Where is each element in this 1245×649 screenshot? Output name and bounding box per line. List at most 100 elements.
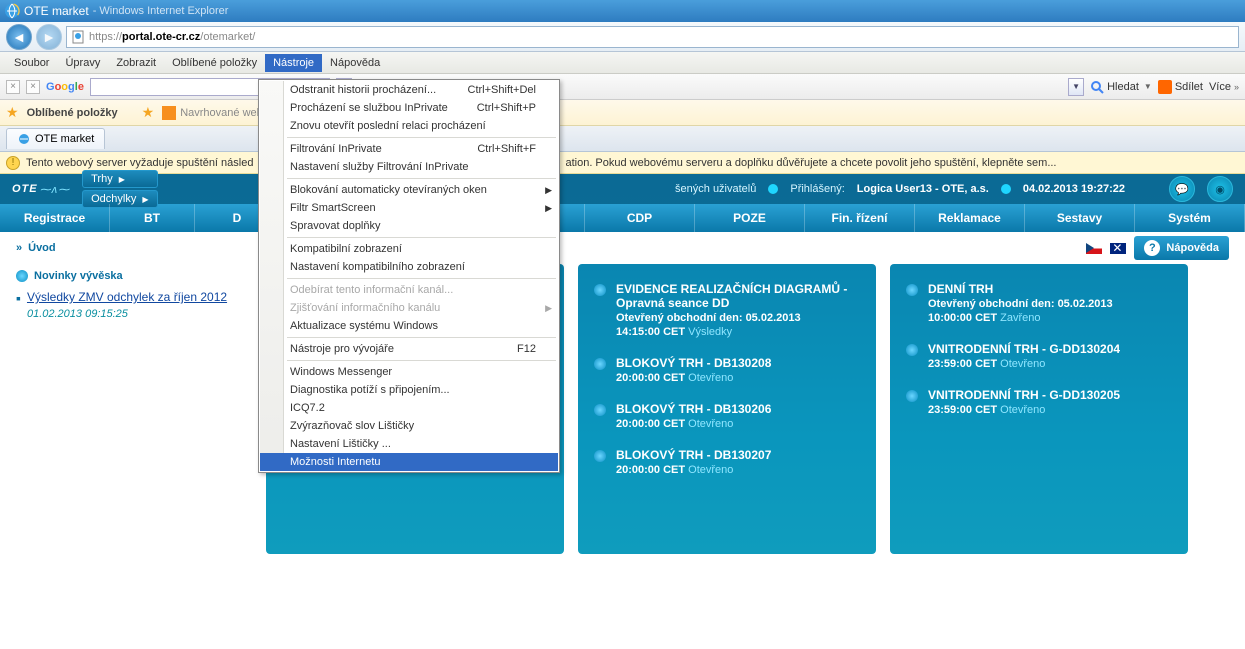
datetime: 04.02.2013 19:27:22 <box>1023 183 1125 195</box>
bullet-icon <box>594 450 606 462</box>
infobar-text-left: Tento webový server vyžaduje spuštění ná… <box>26 157 253 169</box>
menu-item: Zjišťování informačního kanálu▶ <box>260 299 558 317</box>
bullet-icon <box>906 344 918 356</box>
news-link[interactable]: Výsledky ZMV odchylek za říjen 2012 <box>27 290 227 304</box>
news-date: 01.02.2013 09:15:25 <box>27 308 227 320</box>
menu-item[interactable]: Windows Messenger <box>260 363 558 381</box>
bullet-icon <box>594 358 606 370</box>
star-icon-2: ★ <box>142 104 155 121</box>
ote-menu-reklamace[interactable]: Reklamace <box>915 204 1025 232</box>
panel-row: BLOKOVÝ TRH - DB13020820:00:00 CET Otevř… <box>594 356 860 384</box>
notify-button[interactable]: ◉ <box>1207 176 1233 202</box>
toolbar-close-button-2[interactable]: × <box>26 80 40 94</box>
bullet-icon <box>594 404 606 416</box>
window-titlebar: OTE market - Windows Internet Explorer <box>0 0 1245 22</box>
news-column: Novinky vývěska ▪ Výsledky ZMV odchylek … <box>16 264 252 320</box>
breadcrumb[interactable]: Úvod <box>28 242 56 254</box>
panel-2: EVIDENCE REALIZAČNÍCH DIAGRAMŮ - Opravná… <box>578 264 876 554</box>
ote-app: OTE⁓ᴧ⁓ Trhy▶ Odchylky▶ šených uživatelů … <box>0 174 1245 584</box>
address-url: https://portal.ote-cr.cz/otemarket/ <box>89 31 255 43</box>
iemenu-zobrazit[interactable]: Zobrazit <box>108 54 164 72</box>
panel-row: DENNÍ TRHOtevřený obchodní den: 05.02.20… <box>906 282 1172 324</box>
iemenu-nástroje[interactable]: Nástroje <box>265 54 322 72</box>
ie-icon <box>4 3 20 19</box>
menu-item[interactable]: Procházení se službou InPrivateCtrl+Shif… <box>260 99 558 117</box>
share-icon <box>1158 80 1172 94</box>
ote-menu-registrace[interactable]: Registrace <box>0 204 110 232</box>
ote-menu-poze[interactable]: POZE <box>695 204 805 232</box>
menu-item[interactable]: Zvýrazňovač slov Lištičky <box>260 417 558 435</box>
iemenu-oblíbené položky[interactable]: Oblíbené položky <box>164 54 265 72</box>
help-button[interactable]: ? Nápověda <box>1134 236 1229 260</box>
chat-button[interactable]: 💬 <box>1169 176 1195 202</box>
star-icon[interactable]: ★ <box>6 104 19 121</box>
pill-trhy[interactable]: Trhy▶ <box>82 170 157 188</box>
back-button[interactable]: ◄ <box>6 24 32 50</box>
ote-topbar: OTE⁓ᴧ⁓ Trhy▶ Odchylky▶ šených uživatelů … <box>0 174 1245 204</box>
menu-item[interactable]: Nástroje pro vývojářeF12 <box>260 340 558 358</box>
news-item: ▪ Výsledky ZMV odchylek za říjen 2012 01… <box>16 290 252 320</box>
menu-item[interactable]: Filtr SmartScreen▶ <box>260 199 558 217</box>
logged-label: Přihlášený: <box>790 183 844 195</box>
menu-item[interactable]: Aktualizace systému Windows <box>260 317 558 335</box>
suggested-icon <box>162 106 176 120</box>
menu-item[interactable]: Nastavení Lištičky ... <box>260 435 558 453</box>
tab-label: OTE market <box>35 133 94 145</box>
ote-menu-cdp[interactable]: CDP <box>585 204 695 232</box>
menu-item[interactable]: Filtrování InPrivateCtrl+Shift+F <box>260 140 558 158</box>
bullet-icon <box>594 284 606 296</box>
forward-button[interactable]: ► <box>36 24 62 50</box>
menu-item[interactable]: ICQ7.2 <box>260 399 558 417</box>
news-header: Novinky vývěska <box>16 270 252 282</box>
menu-item[interactable]: Znovu otevřít poslední relaci procházení <box>260 117 558 135</box>
menu-item[interactable]: Diagnostika potíží s připojením... <box>260 381 558 399</box>
ote-main-menu: RegistraceBTDCDSCDPPOZEFin. řízeníReklam… <box>0 204 1245 232</box>
menu-item[interactable]: Odstranit historii procházení...Ctrl+Shi… <box>260 81 558 99</box>
users-label: šených uživatelů <box>675 183 756 195</box>
ie-menubar: SouborÚpravyZobrazitOblíbené položkyNást… <box>0 52 1245 74</box>
toolbar-close-button[interactable]: × <box>6 80 20 94</box>
security-infobar[interactable]: ! Tento webový server vyžaduje spuštění … <box>0 152 1245 174</box>
iemenu-nápověda[interactable]: Nápověda <box>322 54 388 72</box>
menu-item[interactable]: Nastavení kompatibilního zobrazení <box>260 258 558 276</box>
logged-value: Logica User13 - OTE, a.s. <box>857 183 989 195</box>
window-subtitle: - Windows Internet Explorer <box>93 5 229 17</box>
toolbar-dropdown[interactable]: ▼ <box>1068 78 1084 96</box>
page-icon <box>71 30 85 44</box>
iemenu-úpravy[interactable]: Úpravy <box>57 54 108 72</box>
ote-content: » Úvod ? Nápověda Novinky vývěska ▪ <box>0 232 1245 584</box>
menu-item[interactable]: Spravovat doplňky <box>260 217 558 235</box>
toolbar-more-button[interactable]: Více » <box>1209 81 1239 93</box>
flag-cz-icon[interactable] <box>1086 243 1102 254</box>
ote-menu-systém[interactable]: Systém <box>1135 204 1245 232</box>
ote-menu-bt[interactable]: BT <box>110 204 195 232</box>
favorites-label[interactable]: Oblíbené položky <box>27 107 118 119</box>
iemenu-soubor[interactable]: Soubor <box>6 54 57 72</box>
menu-item[interactable]: Možnosti Internetu <box>260 453 558 471</box>
window-title: OTE market <box>24 4 89 18</box>
ote-menu-fin. řízení[interactable]: Fin. řízení <box>805 204 915 232</box>
browser-navbar: ◄ ► https://portal.ote-cr.cz/otemarket/ <box>0 22 1245 52</box>
menu-item[interactable]: Blokování automaticky otevíraných oken▶ <box>260 181 558 199</box>
google-toolbar: × × Google ▼ ▼ Hledat▼ Sdílet Více » <box>0 74 1245 100</box>
panel-row: EVIDENCE REALIZAČNÍCH DIAGRAMŮ - Opravná… <box>594 282 860 338</box>
panel-row: BLOKOVÝ TRH - DB13020620:00:00 CET Otevř… <box>594 402 860 430</box>
toolbar-share-button[interactable]: Sdílet <box>1158 80 1203 94</box>
flag-uk-icon[interactable] <box>1110 243 1126 254</box>
google-logo: Google <box>46 81 84 93</box>
search-icon <box>1090 80 1104 94</box>
menu-item: Odebírat tento informační kanál... <box>260 281 558 299</box>
bullet-icon <box>16 270 28 282</box>
tools-dropdown: Odstranit historii procházení...Ctrl+Shi… <box>258 79 560 473</box>
panel-row: VNITRODENNÍ TRH - G-DD13020523:59:00 CET… <box>906 388 1172 416</box>
panels: Novinky vývěska ▪ Výsledky ZMV odchylek … <box>16 264 1229 554</box>
menu-item[interactable]: Kompatibilní zobrazení <box>260 240 558 258</box>
panel-3: DENNÍ TRHOtevřený obchodní den: 05.02.20… <box>890 264 1188 554</box>
infobar-text-right: ation. Pokud webovému serveru a doplňku … <box>565 157 1056 169</box>
browser-tab[interactable]: OTE market <box>6 128 105 149</box>
ote-menu-sestavy[interactable]: Sestavy <box>1025 204 1135 232</box>
suggested-sites[interactable]: Navrhované weby <box>162 106 268 120</box>
menu-item[interactable]: Nastavení služby Filtrování InPrivate <box>260 158 558 176</box>
toolbar-search-button[interactable]: Hledat▼ <box>1090 80 1152 94</box>
address-bar[interactable]: https://portal.ote-cr.cz/otemarket/ <box>66 26 1239 48</box>
